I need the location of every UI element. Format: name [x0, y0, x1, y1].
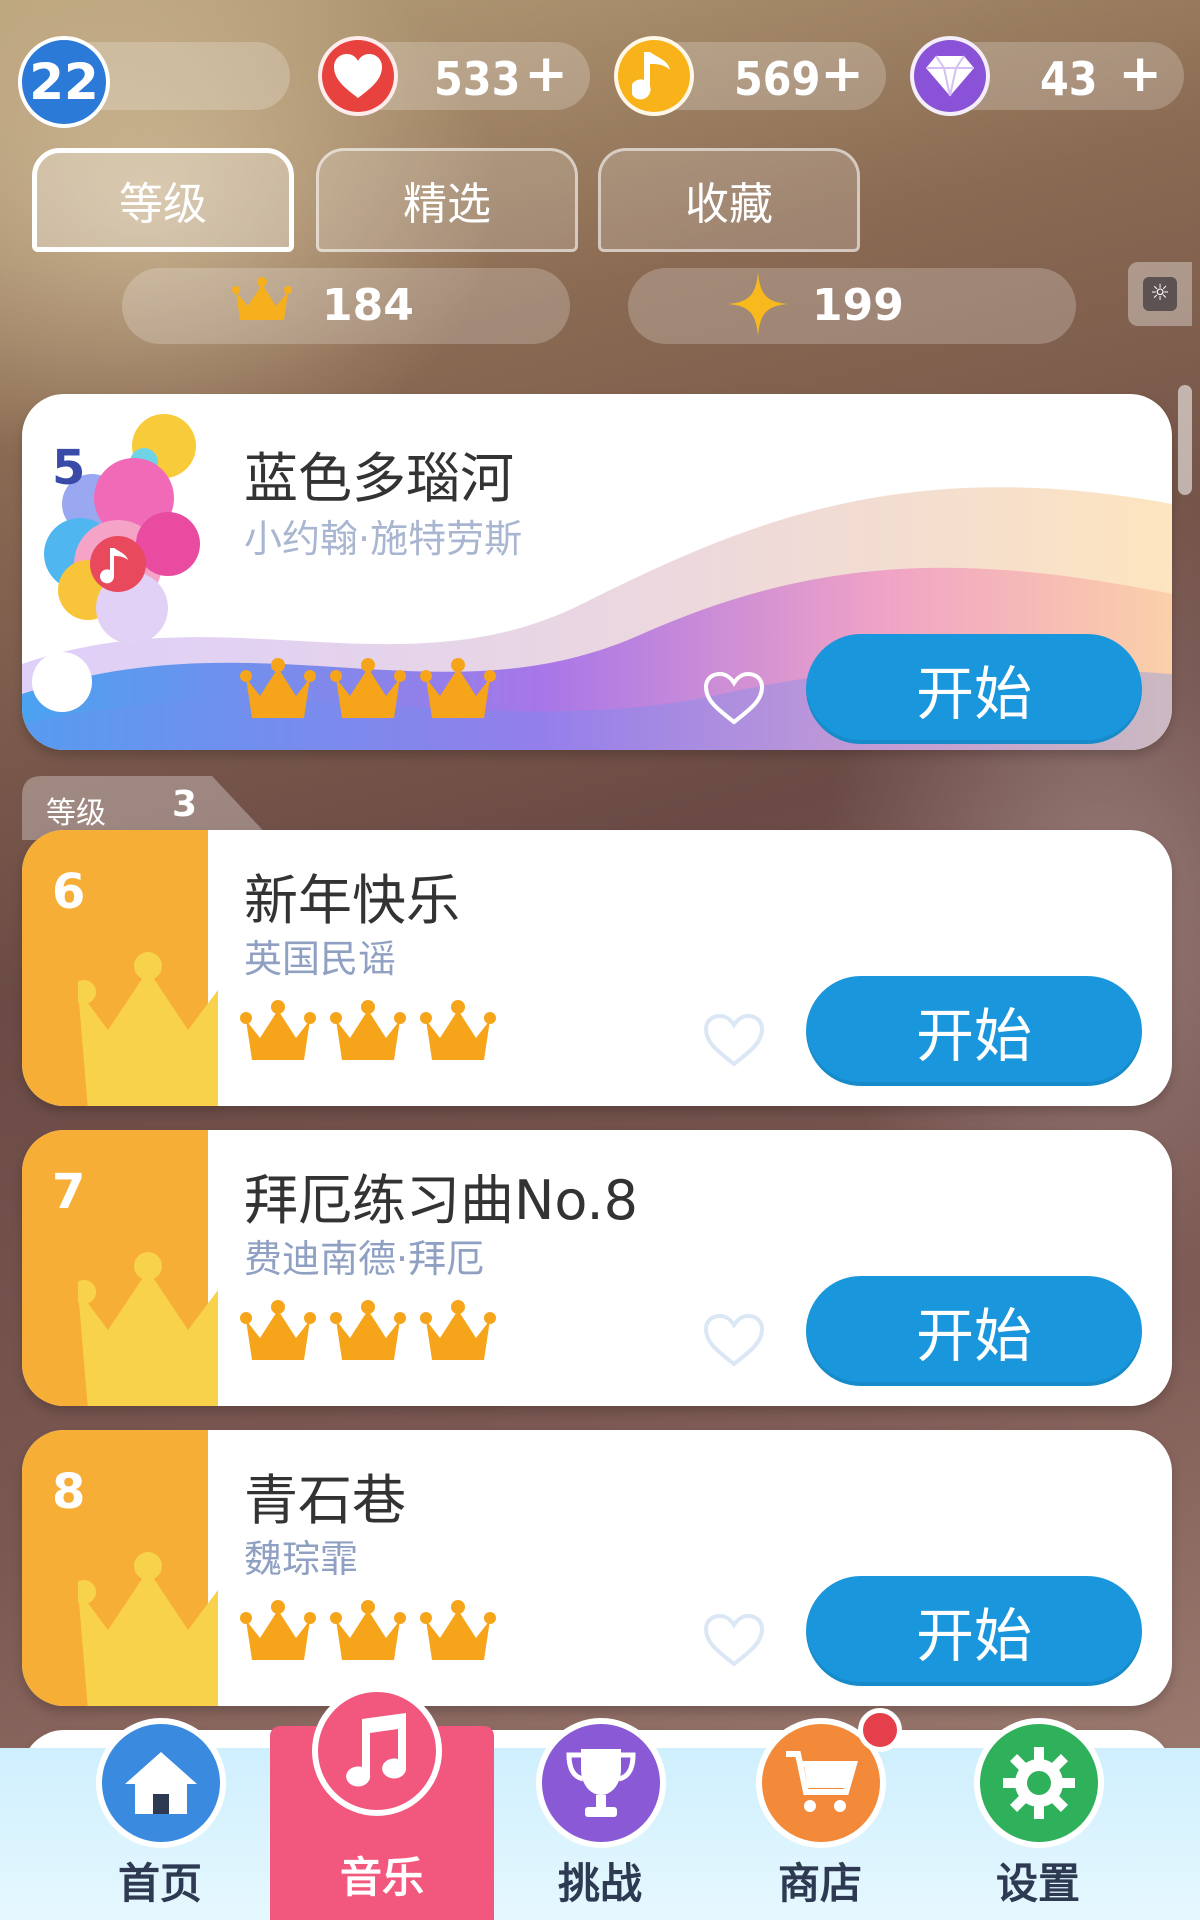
- nav-settings-label: 设置: [995, 1859, 1080, 1908]
- song-number: 7: [52, 1164, 86, 1220]
- song-artist: 魏琮霏: [244, 1537, 359, 1581]
- start-button[interactable]: 开始: [806, 1576, 1142, 1686]
- song-card[interactable]: 8 青石巷 魏琮霏 开始: [22, 1430, 1172, 1706]
- crown-icon: [420, 1300, 496, 1360]
- tab-featured[interactable]: 精选: [316, 148, 578, 252]
- crown-stat: 184: [122, 268, 570, 344]
- notification-badge: [858, 1708, 902, 1752]
- crown-icon: [330, 1300, 406, 1360]
- trophy-icon: [536, 1718, 666, 1848]
- crown-rating: [240, 656, 496, 726]
- crown-icon: [240, 1000, 316, 1060]
- list-scrollbar[interactable]: [1178, 385, 1192, 495]
- crown-icon: [240, 1600, 316, 1660]
- music-note-icon: [312, 1686, 442, 1816]
- status-bar: 22 533 + 569 + 43 +: [0, 0, 1200, 140]
- music-note-icon: [614, 36, 694, 116]
- crown-icon: [420, 1600, 496, 1660]
- crown-icon: [240, 658, 316, 718]
- song-card-featured[interactable]: 5 蓝色多瑙河 小约翰·施特劳斯 开始: [22, 394, 1172, 750]
- song-number: 5: [52, 440, 86, 496]
- sparkle-icon: ☼: [1143, 277, 1177, 311]
- favorite-heart-icon[interactable]: [702, 1012, 766, 1068]
- home-icon: [96, 1718, 226, 1848]
- start-button[interactable]: 开始: [806, 1276, 1142, 1386]
- crown-icon: [420, 1000, 496, 1060]
- crown-icon: [330, 658, 406, 718]
- add-notes-button[interactable]: +: [820, 48, 864, 100]
- song-card[interactable]: 6 新年快乐 英国民谣 开始: [22, 830, 1172, 1106]
- nav-challenge-label: 挑战: [557, 1859, 642, 1908]
- crown-rating: [240, 1598, 496, 1668]
- favorite-heart-icon[interactable]: [702, 1312, 766, 1368]
- tab-level[interactable]: 等级: [32, 148, 294, 252]
- favorite-heart-icon[interactable]: [702, 670, 766, 726]
- gems-count: 43: [1040, 52, 1098, 106]
- start-button[interactable]: 开始: [806, 976, 1142, 1086]
- song-title: 拜厄练习曲No.8: [244, 1169, 639, 1232]
- song-title: 青石巷: [244, 1469, 406, 1532]
- song-artist: 费迪南德·拜厄: [244, 1237, 485, 1281]
- song-number: 8: [52, 1464, 86, 1520]
- nav-home[interactable]: 首页: [70, 1718, 250, 1920]
- diamond-icon: [910, 36, 990, 116]
- crown-rating: [240, 1298, 496, 1368]
- nav-challenge[interactable]: 挑战: [510, 1718, 690, 1920]
- tab-favorites[interactable]: 收藏: [598, 148, 860, 252]
- player-level-badge[interactable]: 22: [18, 36, 110, 128]
- hearts-pill[interactable]: 533 +: [318, 36, 590, 116]
- nav-shop[interactable]: 商店: [730, 1708, 910, 1920]
- nav-home-label: 首页: [117, 1859, 202, 1908]
- notes-pill[interactable]: 569 +: [614, 36, 886, 116]
- song-side-panel: 6: [22, 830, 218, 1106]
- song-number: 6: [52, 864, 86, 920]
- crown-count: 184: [322, 280, 414, 331]
- nav-music-label: 音乐: [339, 1853, 424, 1902]
- favorite-heart-icon[interactable]: [702, 1612, 766, 1668]
- crown-watermark-icon: [78, 1252, 218, 1406]
- crown-icon: [240, 1300, 316, 1360]
- song-list[interactable]: 5 蓝色多瑙河 小约翰·施特劳斯 开始 等级 3 6 新年快乐 英国民谣 开始: [0, 374, 1200, 1754]
- add-hearts-button[interactable]: +: [524, 48, 568, 100]
- crown-icon: [232, 276, 292, 337]
- song-title: 蓝色多瑙河: [244, 447, 514, 510]
- add-gems-button[interactable]: +: [1118, 48, 1162, 100]
- crown-icon: [330, 1600, 406, 1660]
- crown-watermark-icon: [78, 1552, 218, 1706]
- song-card[interactable]: 7 拜厄练习曲No.8 费迪南德·拜厄 开始: [22, 1130, 1172, 1406]
- crown-icon: [420, 658, 496, 718]
- bottom-nav: 首页 音乐 挑战 商店 设置: [0, 1686, 1200, 1920]
- nav-shop-label: 商店: [777, 1859, 862, 1908]
- start-button[interactable]: 开始: [806, 634, 1142, 744]
- grade-label: 等级: [46, 796, 106, 831]
- crown-watermark-icon: [78, 952, 218, 1106]
- song-artist: 小约翰·施特劳斯: [244, 517, 523, 561]
- song-artist: 英国民谣: [244, 937, 397, 981]
- nav-settings[interactable]: 设置: [948, 1718, 1128, 1920]
- heart-icon: [318, 36, 398, 116]
- song-side-panel: 8: [22, 1430, 218, 1706]
- notes-count: 569: [734, 52, 821, 106]
- hearts-count: 533: [434, 52, 521, 106]
- nav-music[interactable]: 音乐: [270, 1686, 494, 1920]
- crown-rating: [240, 998, 496, 1068]
- song-title: 新年快乐: [244, 869, 460, 932]
- star-icon: [728, 272, 788, 347]
- filter-toggle[interactable]: ☼: [1128, 262, 1192, 326]
- star-stat: 199: [628, 268, 1076, 344]
- star-count: 199: [812, 280, 904, 331]
- grade-value: 3: [172, 784, 198, 825]
- gear-icon: [974, 1718, 1104, 1848]
- gems-pill[interactable]: 43 +: [910, 36, 1184, 116]
- crown-icon: [330, 1000, 406, 1060]
- song-side-panel: 7: [22, 1130, 218, 1406]
